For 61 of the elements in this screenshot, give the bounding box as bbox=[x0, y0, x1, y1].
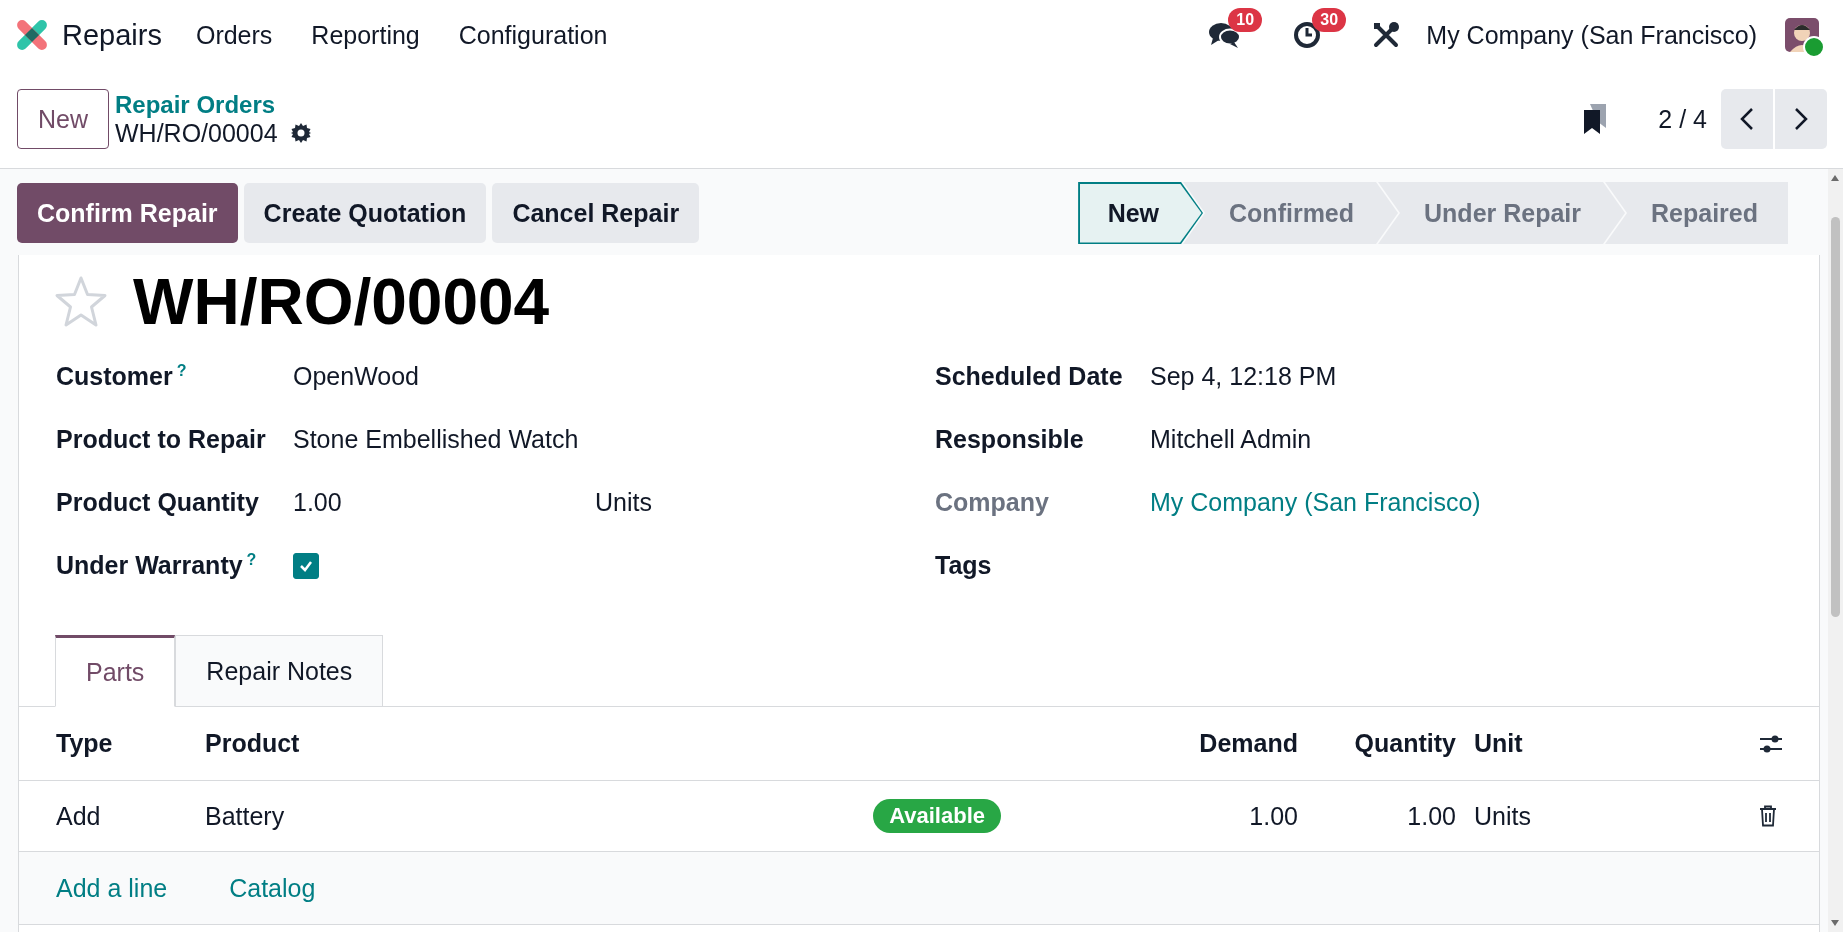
tab[interactable]: Repair Notes bbox=[175, 635, 384, 707]
action-button[interactable]: Cancel Repair bbox=[492, 183, 700, 243]
unit-value[interactable]: Units bbox=[595, 488, 652, 517]
message-count-badge: 10 bbox=[1228, 8, 1263, 32]
pager-value: 2 / 4 bbox=[1658, 104, 1707, 134]
stage-step[interactable]: Repaired bbox=[1605, 182, 1788, 244]
sliders-icon[interactable] bbox=[1759, 733, 1783, 754]
column-header[interactable]: Unit bbox=[1456, 729, 1759, 758]
column-header[interactable]: Quantity bbox=[1298, 729, 1456, 758]
stage-step[interactable]: Under Repair bbox=[1378, 182, 1625, 244]
tools-icon[interactable] bbox=[1372, 21, 1401, 49]
app-name[interactable]: Repairs bbox=[62, 18, 162, 52]
help-tooltip[interactable]: ? bbox=[176, 361, 187, 379]
breadcrumb-link[interactable]: Repair Orders bbox=[115, 90, 312, 119]
field-value[interactable]: OpenWood bbox=[293, 362, 595, 391]
action-button[interactable]: Confirm Repair bbox=[17, 183, 238, 243]
help-tooltip[interactable]: ? bbox=[246, 550, 257, 568]
activity-count-badge: 30 bbox=[1312, 8, 1347, 32]
column-header[interactable]: Demand bbox=[1041, 729, 1298, 758]
chevron-right-icon bbox=[1794, 107, 1808, 131]
bookmarks-icon[interactable] bbox=[1582, 102, 1609, 136]
trash-icon[interactable] bbox=[1759, 805, 1777, 827]
company-switcher[interactable]: My Company (San Francisco) bbox=[1426, 20, 1757, 50]
table-cell-text: Battery bbox=[205, 801, 286, 831]
new-button[interactable]: New bbox=[17, 89, 109, 149]
table-cell-text: Units bbox=[1473, 801, 1532, 831]
gear-icon[interactable] bbox=[289, 122, 312, 144]
menu-item[interactable]: Orders bbox=[195, 20, 273, 50]
record-title: WH/RO/00004 bbox=[133, 265, 550, 339]
field-value[interactable]: 1.00 bbox=[293, 488, 595, 517]
star-icon[interactable] bbox=[53, 275, 109, 329]
stage-step[interactable]: Confirmed bbox=[1183, 182, 1399, 244]
field-label: Product to Repair bbox=[56, 425, 267, 454]
field-label: Product Quantity bbox=[56, 488, 260, 517]
field-label: Scheduled Date bbox=[935, 362, 1124, 391]
column-header[interactable]: Product bbox=[205, 729, 705, 758]
column-header[interactable]: Type bbox=[56, 729, 205, 758]
menu-item[interactable]: Reporting bbox=[311, 20, 420, 50]
table-cell-text: 1.00 bbox=[1406, 801, 1456, 831]
checkbox[interactable] bbox=[293, 552, 319, 579]
field-label: Tags bbox=[935, 551, 993, 580]
field-label: Company bbox=[935, 488, 1050, 517]
field-value[interactable]: Sep 4, 12:18 PM bbox=[1150, 362, 1337, 391]
availability-badge: Available bbox=[873, 799, 1001, 833]
chevron-left-icon bbox=[1740, 107, 1754, 131]
add-link[interactable]: Add a line bbox=[56, 873, 168, 903]
field-value[interactable]: Stone Embellished Watch bbox=[293, 425, 595, 454]
scrollbar[interactable] bbox=[1828, 169, 1843, 932]
field-link[interactable]: My Company (San Francisco) bbox=[1150, 488, 1481, 517]
table-cell-text: Add bbox=[56, 801, 102, 831]
app-logo-icon[interactable] bbox=[16, 19, 48, 51]
menu-item[interactable]: Configuration bbox=[458, 20, 608, 50]
action-button[interactable]: Create Quotation bbox=[243, 183, 487, 243]
field-label: Responsible bbox=[935, 425, 1085, 454]
field-label: Customer $^{?}$ bbox=[56, 361, 188, 392]
tab[interactable]: Parts bbox=[55, 635, 176, 707]
breadcrumb-current: WH/RO/00004 bbox=[115, 118, 278, 148]
field-value[interactable]: Mitchell Admin bbox=[1150, 425, 1312, 454]
add-link[interactable]: Catalog bbox=[229, 873, 316, 903]
field-label: Under Warranty $^{?}$ bbox=[56, 550, 258, 581]
table-cell-text: 1.00 bbox=[1248, 801, 1298, 831]
